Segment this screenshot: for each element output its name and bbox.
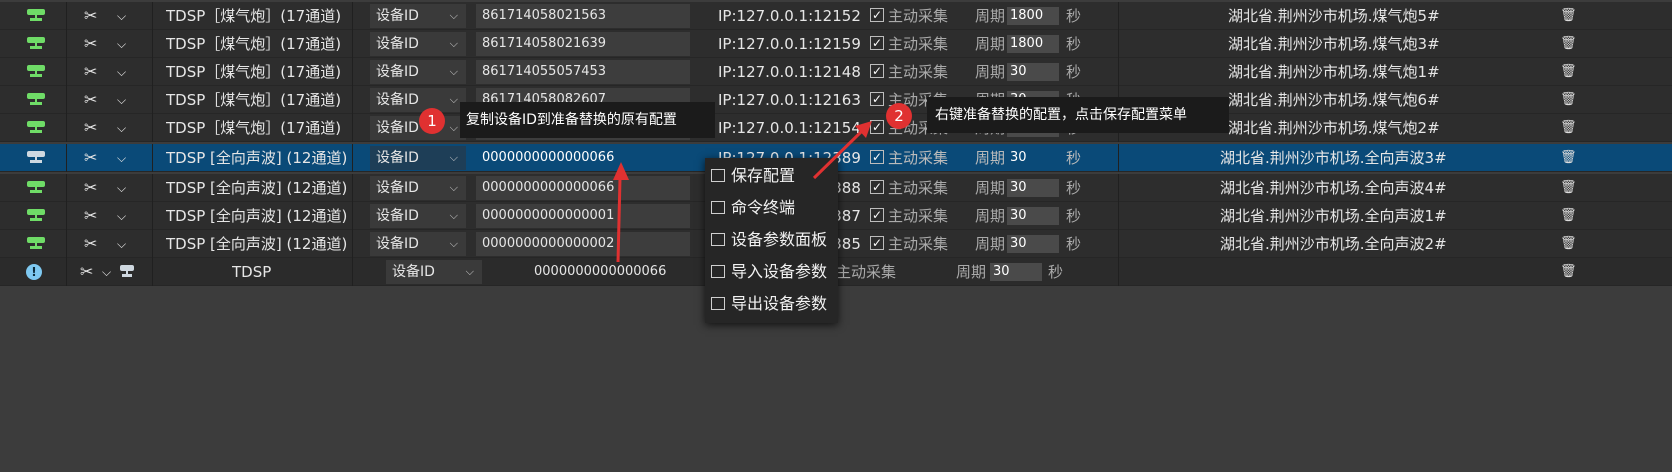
arrow-2: [812, 129, 864, 180]
annotation-arrows: [613, 121, 872, 263]
arrow-1: [616, 177, 622, 263]
arrow-1-head: [613, 162, 629, 180]
